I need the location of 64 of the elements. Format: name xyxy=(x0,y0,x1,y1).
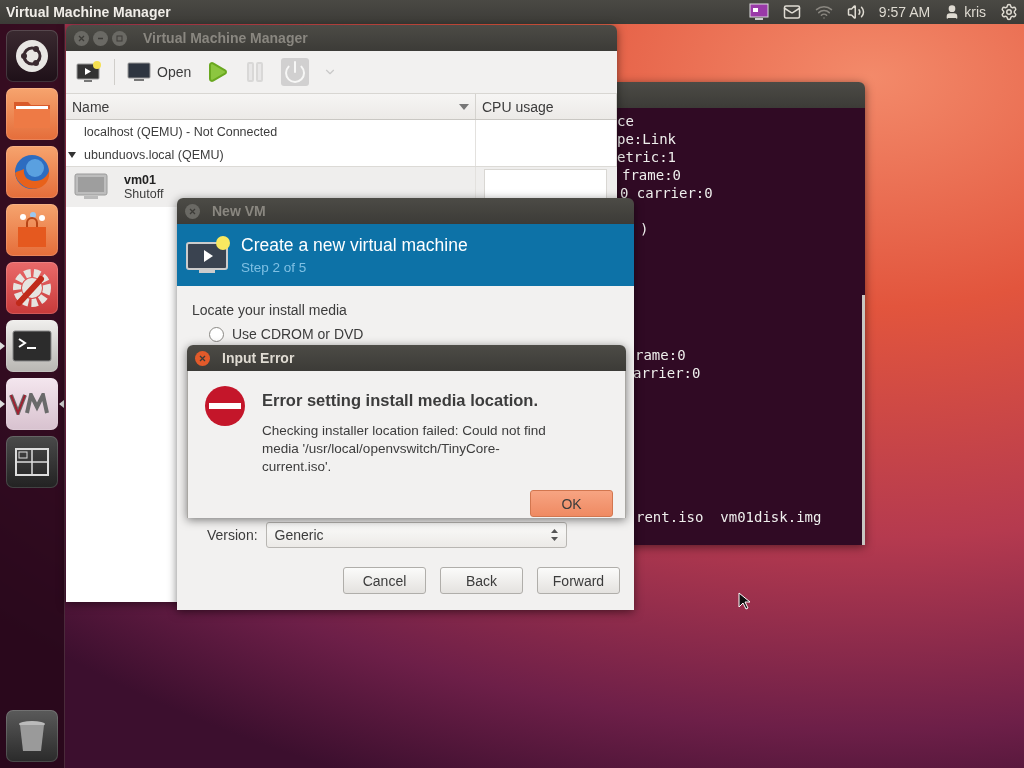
launcher-item[interactable] xyxy=(0,378,64,430)
connection-row[interactable]: ubunduovs.local (QEMU) xyxy=(66,143,617,166)
maximize-icon xyxy=(116,34,123,42)
vm-name: vm01 xyxy=(124,173,157,187)
ubuntu-logo-icon xyxy=(15,39,49,73)
terminal-line: pe:Link xyxy=(617,130,677,148)
expander-icon[interactable] xyxy=(68,150,76,159)
dialog-button[interactable]: Back xyxy=(440,567,523,594)
mouse-pointer-icon xyxy=(738,592,750,610)
error-icon xyxy=(204,385,246,427)
vm-status: Shutoff xyxy=(124,187,164,201)
terminal-line: etric:1 xyxy=(617,148,677,166)
terminal-icon xyxy=(12,330,52,362)
wifi-icon[interactable] xyxy=(814,3,833,21)
wizard-title: Create a new virtual machine xyxy=(241,235,468,256)
dialog-button[interactable]: Forward xyxy=(537,567,620,594)
terminal-line: frame:0 xyxy=(621,166,682,184)
step-indicator: Step 2 of 5 xyxy=(241,260,308,275)
monitor-icon xyxy=(74,173,108,201)
terminal-line: ce xyxy=(617,112,635,130)
error-message: Checking installer location failed: Could not find media '/usr/local/openvswitch/TinyCore-current.iso'. xyxy=(262,422,547,476)
section-label: Locate your install media xyxy=(192,302,348,318)
column-header[interactable]: CPU usage xyxy=(476,94,617,119)
running-indicator-icon xyxy=(0,342,5,350)
terminal-line: 0 carrier:0 xyxy=(619,184,714,202)
terminal-line: rame:0 xyxy=(634,346,687,364)
app-title: Virtual Machine Manager xyxy=(6,4,172,20)
screen-share-icon[interactable] xyxy=(748,3,769,21)
dialog-button[interactable]: Cancel xyxy=(343,567,426,594)
power-icon xyxy=(281,58,310,86)
terminal-line: rent.iso vm01disk.img xyxy=(635,508,823,526)
error-heading: Error setting install media location. xyxy=(262,391,539,410)
close-icon xyxy=(189,207,196,215)
trash-icon xyxy=(17,719,47,753)
close-icon xyxy=(199,354,206,362)
mail-icon[interactable] xyxy=(782,3,801,21)
user-name[interactable]: kris xyxy=(964,4,986,20)
close-button[interactable] xyxy=(195,350,210,366)
version-select[interactable]: Generic xyxy=(265,522,567,548)
sort-caret-icon xyxy=(459,103,469,110)
window-title: Virtual Machine Manager xyxy=(143,30,308,46)
toolbar-button[interactable] xyxy=(74,60,104,84)
version-label: Version: xyxy=(207,527,258,543)
column-header[interactable]: Name xyxy=(66,94,476,119)
connection-label: ubunduovs.local (QEMU) xyxy=(84,147,224,162)
connection-label: localhost (QEMU) - Not Connected xyxy=(84,124,278,139)
spinner-arrows-icon xyxy=(550,529,558,541)
gear-wrench-icon xyxy=(11,267,53,309)
terminal-line: ) xyxy=(639,220,650,238)
workspace-grid-icon xyxy=(15,448,49,476)
ok-button[interactable]: OK xyxy=(530,490,613,517)
radio-option[interactable]: Use CDROM or DVD xyxy=(209,326,620,342)
running-indicator-icon xyxy=(0,400,5,408)
open-button[interactable]: Open xyxy=(125,61,194,83)
clock[interactable]: 9:57 AM xyxy=(878,4,931,20)
terminal-line: arrier:0 xyxy=(632,364,702,382)
new-vm-icon xyxy=(76,60,102,84)
scrollbar[interactable] xyxy=(862,295,865,545)
close-icon xyxy=(78,34,85,42)
monitor-icon xyxy=(127,61,151,83)
window-title: Input Error xyxy=(222,350,295,366)
new-vm-icon xyxy=(185,235,231,275)
settings-icon[interactable] xyxy=(1000,3,1018,21)
volume-icon[interactable] xyxy=(846,3,865,21)
